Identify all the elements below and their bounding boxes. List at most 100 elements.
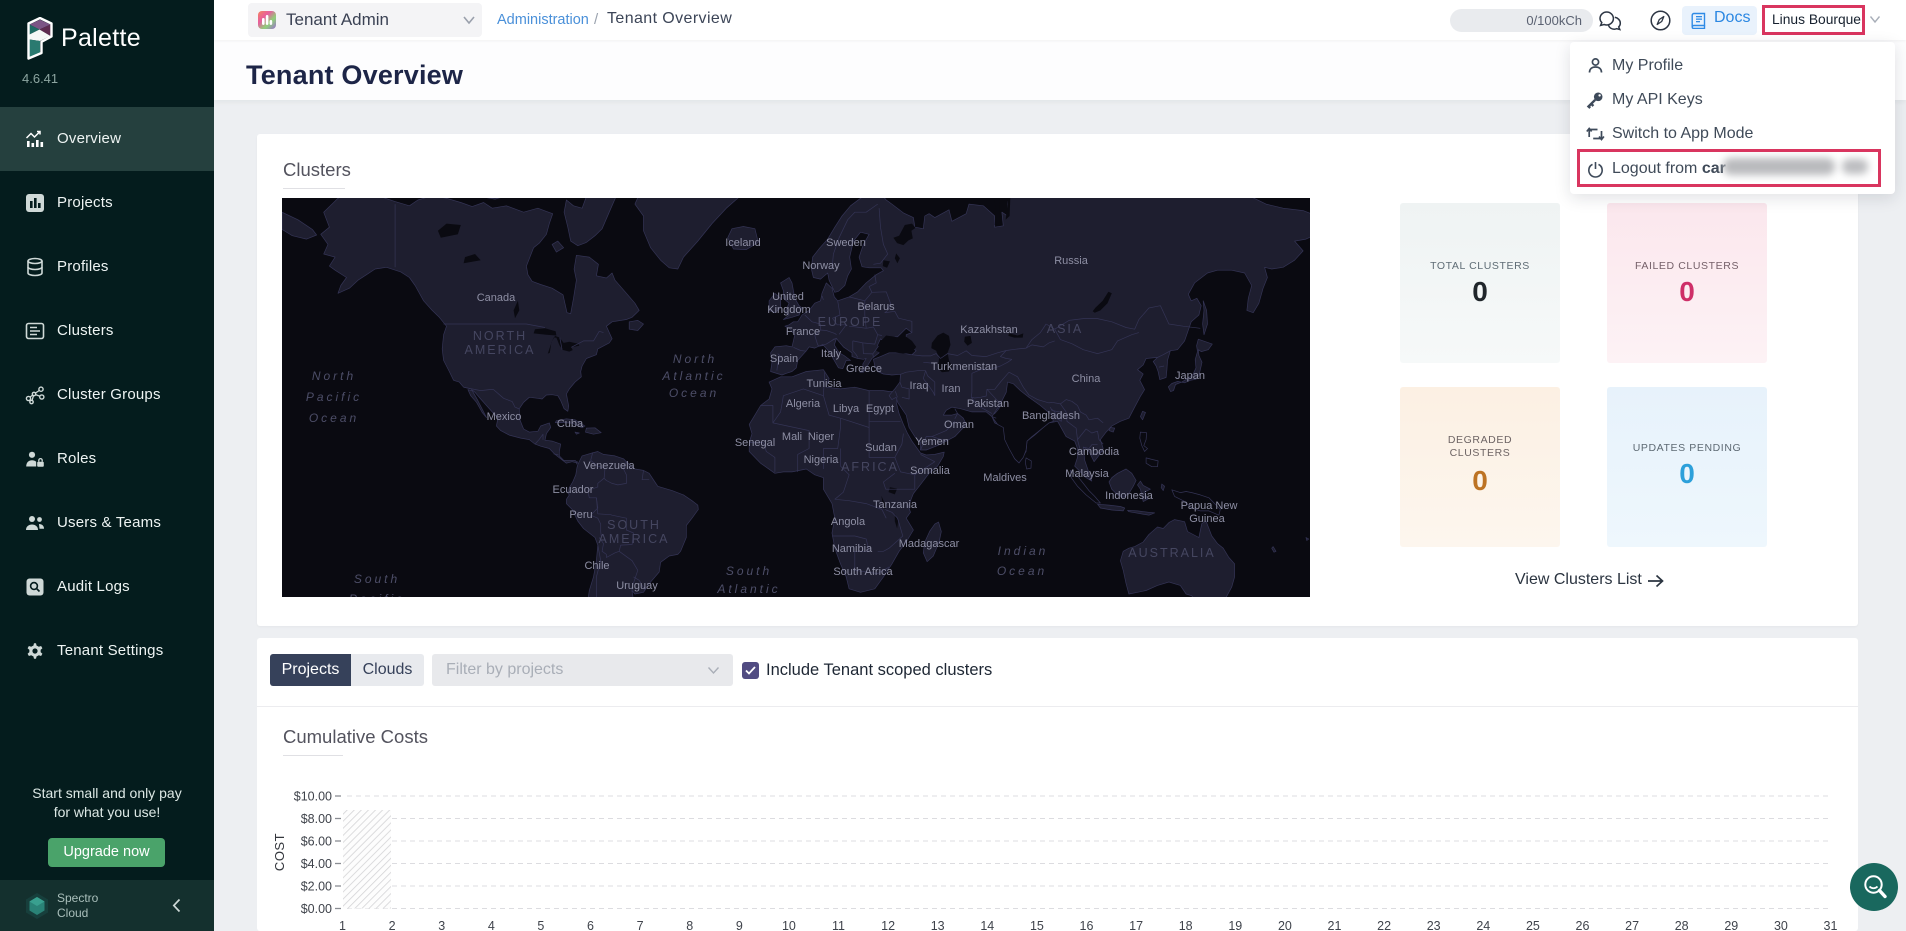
- svg-text:Somalia: Somalia: [910, 465, 951, 477]
- svg-text:ASIA: ASIA: [1047, 322, 1084, 336]
- svg-text:Norway: Norway: [802, 260, 840, 272]
- svg-text:NORTH: NORTH: [473, 329, 527, 343]
- svg-text:South: South: [354, 572, 400, 586]
- svg-text:6: 6: [587, 919, 594, 931]
- svg-text:Ocean: Ocean: [997, 564, 1047, 578]
- svg-text:Angola: Angola: [831, 516, 866, 528]
- svg-text:Guinea: Guinea: [1189, 513, 1225, 525]
- svg-text:Maldives: Maldives: [983, 472, 1027, 484]
- svg-text:Spain: Spain: [770, 353, 798, 365]
- svg-text:Mexico: Mexico: [487, 411, 522, 423]
- svg-text:North: North: [312, 369, 356, 383]
- svg-text:21: 21: [1328, 919, 1342, 931]
- svg-text:Libya: Libya: [833, 403, 860, 415]
- svg-text:$8.00: $8.00: [301, 812, 332, 826]
- svg-text:4: 4: [488, 919, 495, 931]
- svg-text:AUSTRALIA: AUSTRALIA: [1128, 546, 1215, 560]
- svg-text:14: 14: [980, 919, 994, 931]
- svg-text:Nigeria: Nigeria: [804, 454, 840, 466]
- svg-text:Italy: Italy: [821, 348, 842, 360]
- svg-text:Greece: Greece: [846, 363, 882, 375]
- svg-text:24: 24: [1476, 919, 1490, 931]
- svg-text:Malaysia: Malaysia: [1065, 468, 1109, 480]
- svg-text:North: North: [673, 352, 717, 366]
- svg-text:Mali: Mali: [782, 431, 802, 443]
- svg-text:Sweden: Sweden: [826, 237, 866, 249]
- svg-text:$6.00: $6.00: [301, 835, 332, 849]
- svg-text:Pacific: Pacific: [349, 592, 405, 597]
- svg-text:Pacific: Pacific: [306, 390, 362, 404]
- svg-text:Cuba: Cuba: [557, 418, 584, 430]
- svg-text:28: 28: [1675, 919, 1689, 931]
- svg-text:Madagascar: Madagascar: [899, 538, 960, 550]
- svg-text:SOUTH: SOUTH: [607, 518, 661, 532]
- svg-text:Sudan: Sudan: [865, 442, 897, 454]
- svg-text:Kingdom: Kingdom: [767, 304, 810, 316]
- svg-text:Namibia: Namibia: [832, 543, 873, 555]
- svg-text:Russia: Russia: [1054, 255, 1089, 267]
- svg-text:AMERICA: AMERICA: [465, 343, 536, 357]
- svg-text:1: 1: [339, 919, 346, 931]
- svg-text:30: 30: [1774, 919, 1788, 931]
- svg-text:Chile: Chile: [584, 560, 609, 572]
- svg-text:$4.00: $4.00: [301, 857, 332, 871]
- svg-text:12: 12: [881, 919, 895, 931]
- svg-text:10: 10: [782, 919, 796, 931]
- svg-text:Indian: Indian: [998, 544, 1049, 558]
- svg-text:20: 20: [1278, 919, 1292, 931]
- svg-text:Uruguay: Uruguay: [616, 580, 658, 592]
- svg-text:23: 23: [1427, 919, 1441, 931]
- svg-text:Oman: Oman: [944, 419, 974, 431]
- svg-text:2: 2: [389, 919, 396, 931]
- svg-text:China: China: [1072, 373, 1102, 385]
- svg-text:Iraq: Iraq: [910, 380, 929, 392]
- svg-text:Belarus: Belarus: [857, 301, 895, 313]
- svg-text:Atlantic: Atlantic: [716, 582, 780, 596]
- svg-text:27: 27: [1625, 919, 1639, 931]
- svg-text:Papua New: Papua New: [1181, 500, 1238, 512]
- svg-text:Turkmenistan: Turkmenistan: [931, 361, 997, 373]
- svg-text:Ocean: Ocean: [669, 386, 719, 400]
- svg-text:13: 13: [931, 919, 945, 931]
- svg-text:Iran: Iran: [942, 383, 961, 395]
- svg-text:3: 3: [438, 919, 445, 931]
- svg-text:11: 11: [832, 919, 845, 931]
- svg-text:AMERICA: AMERICA: [599, 532, 670, 546]
- svg-text:Niger: Niger: [808, 431, 835, 443]
- svg-text:Yemen: Yemen: [915, 436, 949, 448]
- svg-text:Pakistan: Pakistan: [967, 398, 1009, 410]
- svg-text:Peru: Peru: [569, 509, 592, 521]
- svg-text:19: 19: [1228, 919, 1242, 931]
- svg-text:EUROPE: EUROPE: [818, 315, 883, 329]
- svg-text:$0.00: $0.00: [301, 902, 332, 916]
- svg-text:29: 29: [1724, 919, 1738, 931]
- svg-text:Venezuela: Venezuela: [583, 460, 635, 472]
- svg-text:Senegal: Senegal: [735, 437, 775, 449]
- svg-text:Egypt: Egypt: [866, 403, 894, 415]
- svg-text:Ecuador: Ecuador: [553, 484, 594, 496]
- svg-text:18: 18: [1179, 919, 1193, 931]
- svg-text:5: 5: [537, 919, 544, 931]
- svg-text:8: 8: [686, 919, 693, 931]
- svg-text:Ocean: Ocean: [309, 411, 359, 425]
- svg-text:South Africa: South Africa: [833, 566, 893, 578]
- svg-text:7: 7: [637, 919, 644, 931]
- svg-text:Tunisia: Tunisia: [806, 378, 842, 390]
- svg-text:26: 26: [1576, 919, 1590, 931]
- svg-text:Iceland: Iceland: [725, 237, 760, 249]
- svg-text:Tanzania: Tanzania: [873, 499, 918, 511]
- svg-text:31: 31: [1824, 919, 1838, 931]
- svg-text:Atlantic: Atlantic: [661, 369, 725, 383]
- svg-text:South: South: [726, 564, 772, 578]
- svg-text:17: 17: [1129, 919, 1143, 931]
- svg-text:France: France: [786, 326, 820, 338]
- svg-text:15: 15: [1030, 919, 1044, 931]
- svg-text:22: 22: [1377, 919, 1391, 931]
- svg-text:Japan: Japan: [1175, 370, 1205, 382]
- svg-text:Indonesia: Indonesia: [1105, 490, 1154, 502]
- svg-text:AFRICA: AFRICA: [841, 460, 899, 474]
- svg-text:COST: COST: [272, 833, 287, 871]
- svg-text:$2.00: $2.00: [301, 880, 332, 894]
- svg-text:16: 16: [1080, 919, 1094, 931]
- svg-text:Algeria: Algeria: [786, 398, 821, 410]
